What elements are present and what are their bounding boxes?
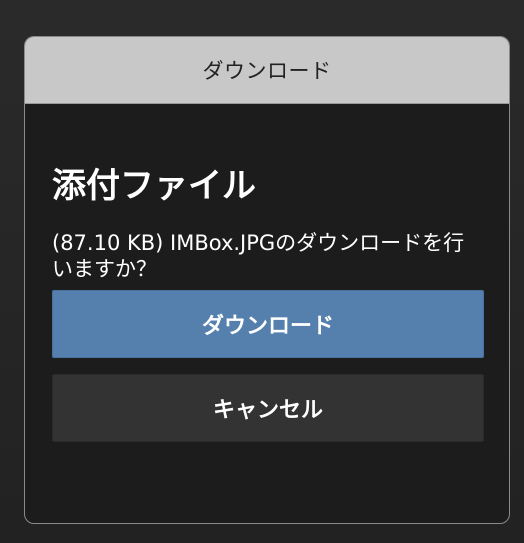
dialog-message: (87.10 KB) IMBox.JPGのダウンロードを行いますか？ (52, 231, 465, 281)
download-button[interactable]: ダウンロード (52, 290, 484, 358)
dialog-heading: 添付ファイル (52, 166, 256, 206)
dialog-title: ダウンロード (202, 59, 332, 83)
download-dialog: ダウンロード 添付ファイル (87.10 KB) IMBox.JPGのダウンロー… (24, 36, 510, 524)
dialog-header: ダウンロード (25, 37, 509, 104)
cancel-button[interactable]: キャンセル (52, 374, 484, 442)
dialog-content: 添付ファイル (87.10 KB) IMBox.JPGのダウンロードを行いますか… (25, 166, 509, 442)
